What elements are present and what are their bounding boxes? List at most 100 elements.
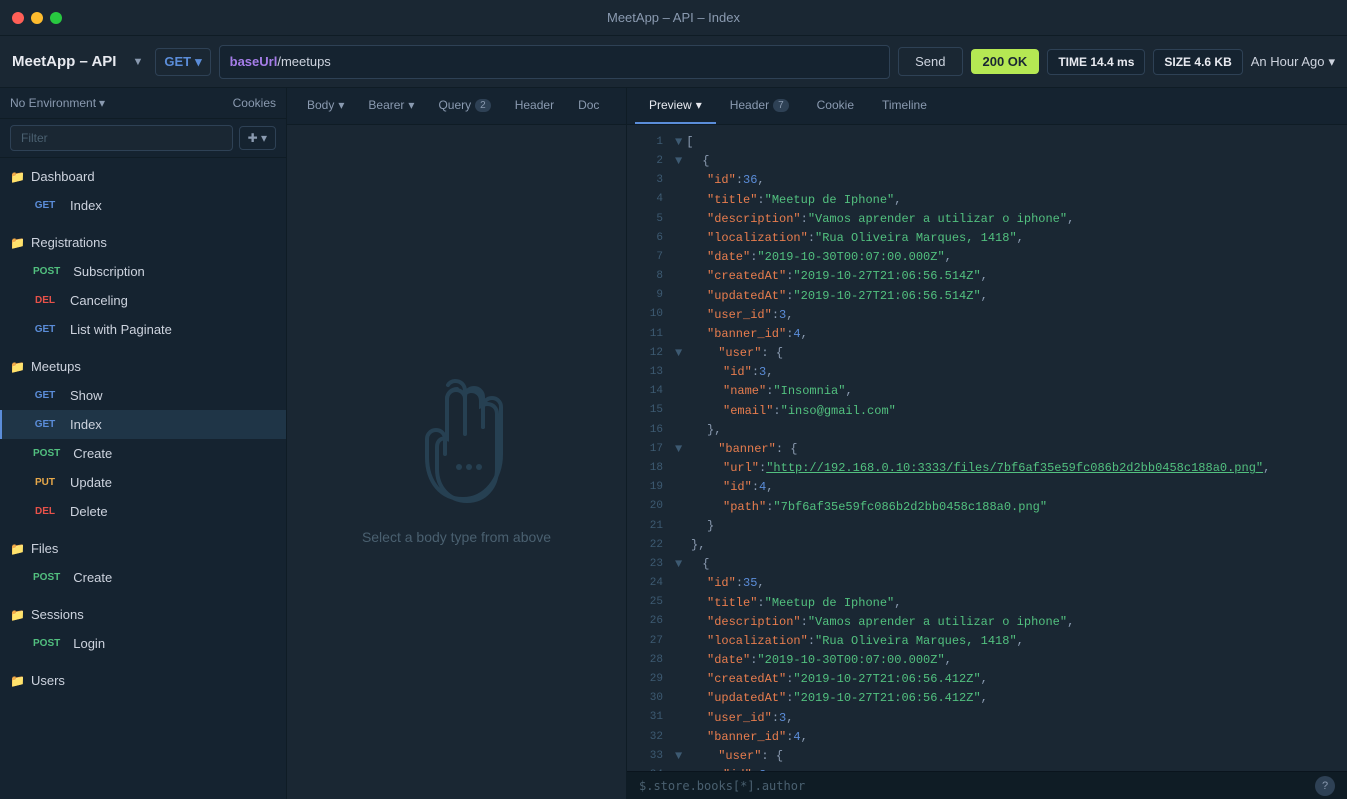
send-button[interactable]: Send [898,47,962,76]
tab-cookie[interactable]: Cookie [803,88,868,124]
tab-docs[interactable]: Doc [566,88,611,124]
json-line: 5"description": "Vamos aprender a utiliz… [627,210,1347,229]
method-badge-del: DEL [28,504,62,519]
tab-bearer[interactable]: Bearer ▾ [356,88,426,124]
json-line: 3"id": 36, [627,171,1347,190]
item-label: Delete [70,504,108,519]
time-value: 14.4 ms [1090,55,1134,69]
item-label: Create [73,570,112,585]
folder-icon: 📁 [10,542,25,556]
app-dropdown-button[interactable]: ▼ [128,54,147,70]
add-request-button[interactable]: ✚ ▾ [239,126,276,150]
url-base-label[interactable]: baseUrl [230,54,278,69]
cookies-button[interactable]: Cookies [233,96,276,110]
sidebar-item-meetups-index[interactable]: GET Index [0,410,286,439]
section-header-files[interactable]: 📁 Files [0,534,286,563]
toolbar: MeetApp – API ▼ GET ▾ baseUrl Send 200 O… [0,36,1347,88]
section-header-dashboard[interactable]: 📁 Dashboard [0,162,286,191]
sidebar: No Environment ▾ Cookies ✚ ▾ 📁 Dashboard… [0,88,287,799]
sidebar-item-meetups-update[interactable]: PUT Update [0,468,286,497]
section-name-registrations: Registrations [31,235,107,250]
timestamp-button[interactable]: An Hour Ago ▾ [1251,54,1335,70]
section-name-sessions: Sessions [31,607,84,622]
json-line: 11"banner_id": 4, [627,325,1347,344]
item-label: Login [73,636,105,651]
tab-header-label: Header [515,98,554,112]
section-header-users[interactable]: 📁 Users [0,666,286,695]
section-users: 📁 Users [0,662,286,699]
preview-chevron-icon: ▾ [696,98,702,112]
item-label: Update [70,475,112,490]
status-badge: 200 OK [971,49,1040,74]
item-label: Show [70,388,103,403]
close-button[interactable] [12,12,24,24]
tab-timeline-label: Timeline [882,98,927,112]
json-line: 27"localization": "Rua Oliveira Marques,… [627,632,1347,651]
json-line: 7"date": "2019-10-30T00:07:00.000Z", [627,248,1347,267]
json-line: 31"user_id": 3, [627,709,1347,728]
section-dashboard: 📁 Dashboard GET Index [0,158,286,224]
section-name-meetups: Meetups [31,359,81,374]
method-badge-post: POST [28,636,65,651]
sidebar-item-registrations-subscription[interactable]: POST Subscription [0,257,286,286]
json-line: 15"email": "inso@gmail.com" [627,402,1347,421]
tab-response-header[interactable]: Header 7 [716,88,803,124]
json-line: 30"updatedAt": "2019-10-27T21:06:56.412Z… [627,689,1347,708]
tab-preview-label: Preview [649,98,692,112]
url-path-input[interactable] [277,54,879,69]
folder-icon: 📁 [10,236,25,250]
section-files: 📁 Files POST Create [0,530,286,596]
minimize-button[interactable] [31,12,43,24]
method-badge-put: PUT [28,475,62,490]
json-line: 8"createdAt": "2019-10-27T21:06:56.514Z"… [627,267,1347,286]
tab-timeline[interactable]: Timeline [868,88,941,124]
size-stat: SIZE 4.6 KB [1153,49,1242,75]
sidebar-item-files-create[interactable]: POST Create [0,563,286,592]
help-button[interactable]: ? [1315,776,1335,796]
sidebar-item-registrations-canceling[interactable]: DEL Canceling [0,286,286,315]
json-line: 2▼{ [627,152,1347,171]
json-line: 25"title": "Meetup de Iphone", [627,594,1347,613]
method-selector[interactable]: GET ▾ [155,48,210,76]
filter-input[interactable] [10,125,233,151]
tab-query[interactable]: Query 2 [426,88,502,124]
filter-bar: ✚ ▾ [0,119,286,158]
request-empty-state: Select a body type from above [287,125,626,799]
json-line: 18"url": "http://192.168.0.10:3333/files… [627,459,1347,478]
tab-header[interactable]: Header [503,88,566,124]
json-line: 28"date": "2019-10-30T00:07:00.000Z", [627,651,1347,670]
bottom-bar: ? [627,771,1347,799]
sidebar-item-registrations-list[interactable]: GET List with Paginate [0,315,286,344]
body-chevron-icon: ▾ [338,98,344,112]
item-label: List with Paginate [70,322,172,337]
tab-preview[interactable]: Preview ▾ [635,88,716,124]
tab-cookie-label: Cookie [817,98,854,112]
method-label: GET [164,54,191,69]
titlebar: MeetApp – API – Index [0,0,1347,36]
section-header-meetups[interactable]: 📁 Meetups [0,352,286,381]
item-label: Canceling [70,293,128,308]
jq-filter-input[interactable] [639,779,1315,793]
maximize-button[interactable] [50,12,62,24]
request-panel: Body ▾ Bearer ▾ Query 2 Header Doc [287,88,627,799]
json-line: 12▼"user": { [627,344,1347,363]
section-name-dashboard: Dashboard [31,169,95,184]
time-label: TIME [1058,55,1087,69]
json-line: 22}, [627,536,1347,555]
sidebar-item-dashboard-index[interactable]: GET Index [0,191,286,220]
json-line: 26"description": "Vamos aprender a utili… [627,613,1347,632]
sidebar-item-meetups-show[interactable]: GET Show [0,381,286,410]
tab-query-label: Query [438,98,471,112]
size-value: 4.6 KB [1194,55,1231,69]
section-header-sessions[interactable]: 📁 Sessions [0,600,286,629]
json-line: 23▼{ [627,555,1347,574]
json-line: 6"localization": "Rua Oliveira Marques, … [627,229,1347,248]
env-selector[interactable]: No Environment ▾ [10,96,105,110]
section-header-registrations[interactable]: 📁 Registrations [0,228,286,257]
sidebar-item-meetups-delete[interactable]: DEL Delete [0,497,286,526]
sidebar-item-meetups-create[interactable]: POST Create [0,439,286,468]
json-line: 24"id": 35, [627,574,1347,593]
tab-body-label: Body [307,98,334,112]
sidebar-item-sessions-login[interactable]: POST Login [0,629,286,658]
tab-body[interactable]: Body ▾ [295,88,356,124]
